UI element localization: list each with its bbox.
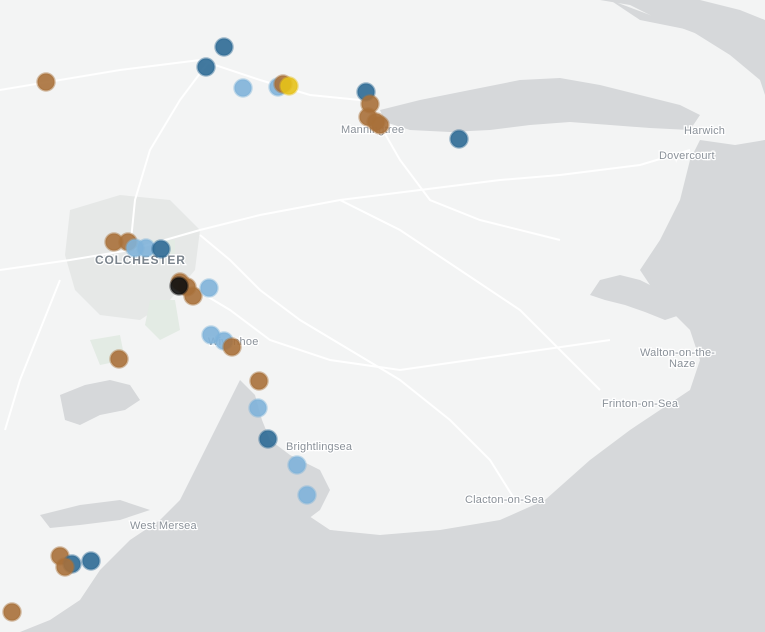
map-marker-light-blue[interactable] — [233, 78, 253, 98]
map-marker-light-blue[interactable] — [287, 455, 307, 475]
map-marker-yellow[interactable] — [279, 76, 299, 96]
map-marker-dark-blue[interactable] — [81, 551, 101, 571]
map-marker-dark-blue[interactable] — [151, 239, 171, 259]
map-marker-dark-blue[interactable] — [214, 37, 234, 57]
map-marker-black[interactable] — [169, 276, 189, 296]
map-marker-light-blue[interactable] — [199, 278, 219, 298]
map-marker-brown[interactable] — [222, 337, 242, 357]
map-marker-brown[interactable] — [109, 349, 129, 369]
markers-layer — [2, 37, 469, 622]
map-marker-brown[interactable] — [249, 371, 269, 391]
map-marker-brown[interactable] — [55, 557, 75, 577]
map-marker-light-blue[interactable] — [297, 485, 317, 505]
map-marker-brown[interactable] — [2, 602, 22, 622]
map-view[interactable]: Harwich Dovercourt Manningtree COLCHESTE… — [0, 0, 765, 632]
map-marker-brown[interactable] — [370, 115, 390, 135]
map-marker-dark-blue[interactable] — [449, 129, 469, 149]
map-marker-dark-blue[interactable] — [196, 57, 216, 77]
map-marker-light-blue[interactable] — [248, 398, 268, 418]
map-marker-dark-blue[interactable] — [258, 429, 278, 449]
map-marker-brown[interactable] — [36, 72, 56, 92]
